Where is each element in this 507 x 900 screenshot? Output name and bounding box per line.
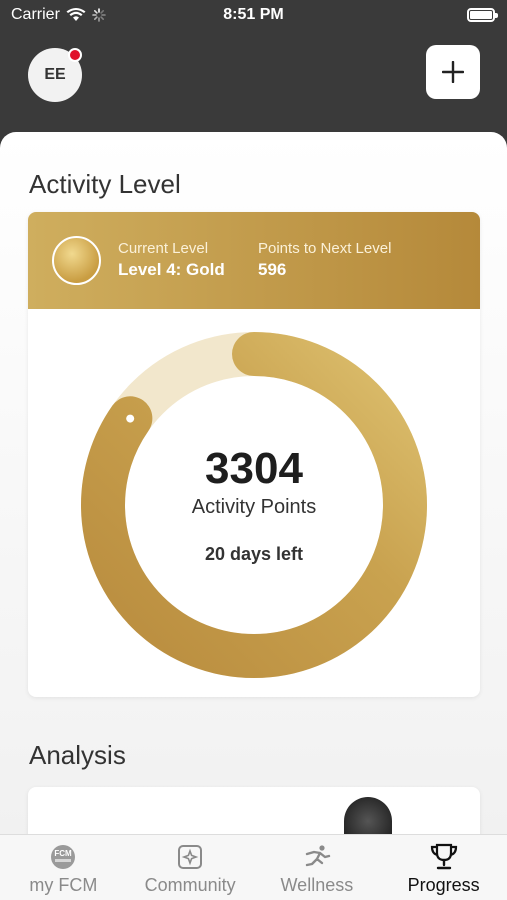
- tab-my-fcm[interactable]: FCM my FCM: [0, 835, 127, 900]
- days-left: 20 days left: [204, 544, 304, 564]
- level-banner: Current Level Level 4: Gold Points to Ne…: [28, 212, 480, 309]
- gold-medal-icon: [52, 236, 101, 285]
- tab-my-fcm-label: my FCM: [29, 875, 98, 895]
- current-level-value: Level 4: Gold: [118, 260, 225, 279]
- battery-icon: [467, 8, 498, 22]
- tab-community[interactable]: Community: [127, 835, 254, 900]
- avatar-initials: EE: [44, 66, 66, 83]
- app-header: EE: [0, 34, 507, 134]
- content-sheet[interactable]: Activity Level Current Level Level 4: Go…: [0, 132, 507, 834]
- runner-icon: [305, 845, 331, 867]
- avatar[interactable]: EE: [28, 48, 82, 102]
- tab-progress[interactable]: Progress: [380, 835, 507, 900]
- activity-points-value: 3304: [205, 444, 303, 493]
- points-to-next-level: Points to Next Level 596: [258, 240, 391, 280]
- analysis-section-title: Analysis: [29, 740, 126, 770]
- tab-bar: FCM my FCM Community Wellness Progress: [0, 834, 507, 900]
- community-icon: [178, 845, 203, 869]
- next-level-label: Points to Next Level: [258, 240, 392, 257]
- svg-text:FCM: FCM: [55, 849, 73, 858]
- notification-dot: [68, 48, 82, 62]
- activity-points-label: Activity Points: [191, 496, 317, 518]
- fcm-logo-icon: FCM: [51, 845, 76, 869]
- tab-community-label: Community: [144, 875, 236, 895]
- analysis-card[interactable]: [28, 787, 480, 834]
- next-level-value: 596: [258, 260, 287, 279]
- progress-end-dot: [126, 414, 135, 423]
- activity-section-title: Activity Level: [29, 169, 181, 199]
- status-bar: Carrier 8:51 PM: [0, 0, 507, 34]
- tab-wellness-label: Wellness: [280, 875, 354, 895]
- activity-level-card[interactable]: Current Level Level 4: Gold Points to Ne…: [28, 212, 480, 697]
- trophy-icon: [430, 843, 457, 870]
- coach-photo: [344, 797, 392, 834]
- current-level-label: Current Level: [118, 240, 209, 257]
- plus-icon: [442, 61, 464, 83]
- tab-progress-label: Progress: [407, 875, 480, 895]
- clock: 8:51 PM: [223, 6, 284, 23]
- add-button[interactable]: [426, 45, 480, 99]
- current-level: Current Level Level 4: Gold: [118, 240, 225, 280]
- tab-wellness[interactable]: Wellness: [254, 835, 381, 900]
